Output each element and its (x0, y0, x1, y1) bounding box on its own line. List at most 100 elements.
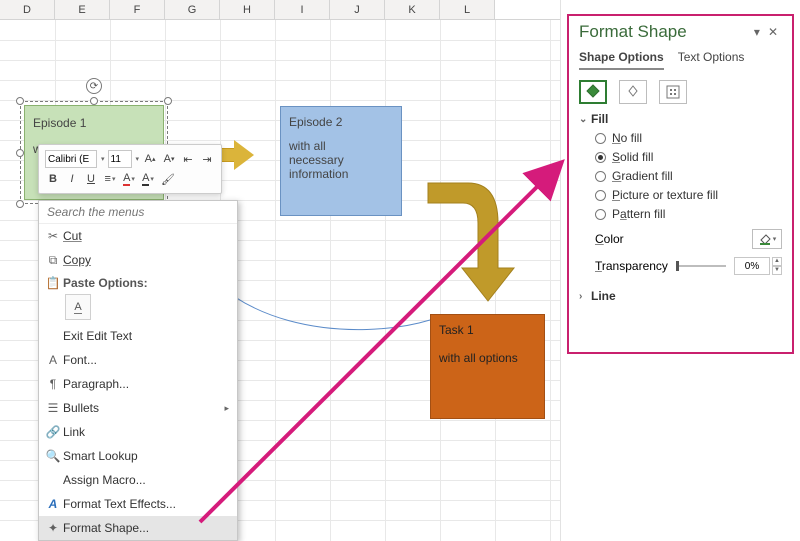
transparency-label: Transparency (595, 259, 668, 273)
size-properties-tab-icon[interactable] (659, 80, 687, 104)
link-icon: 🔗 (43, 425, 63, 439)
paragraph-icon: ¶ (43, 377, 63, 391)
col-header[interactable]: L (440, 0, 495, 19)
pane-highlight-box: Format Shape ▾ ✕ Shape Options Text Opti… (567, 14, 794, 354)
format-painter-button[interactable]: 🖌 (159, 170, 177, 188)
col-header[interactable]: D (0, 0, 55, 19)
spin-up-button[interactable]: ▲ (772, 257, 782, 266)
chevron-down-icon: ⌄ (579, 114, 591, 125)
align-button[interactable]: ≡▾ (102, 170, 118, 188)
resize-handle[interactable] (16, 149, 24, 157)
menu-label: Format Shape... (63, 521, 149, 535)
menu-exit-edit-text[interactable]: Exit Edit Text (39, 324, 237, 348)
menu-format-shape[interactable]: ✦ Format Shape... (39, 516, 237, 540)
rotate-handle-icon[interactable]: ⟳ (86, 78, 102, 94)
section-label: Line (591, 289, 616, 303)
col-header[interactable]: H (220, 0, 275, 19)
col-header[interactable]: I (275, 0, 330, 19)
radio-solid-fill[interactable]: Solid fill (595, 150, 782, 164)
radio-label: Solid fill (612, 150, 653, 164)
decrease-indent-button[interactable]: ⇤ (180, 150, 196, 168)
increase-indent-button[interactable]: ⇥ (199, 150, 215, 168)
col-header[interactable]: J (330, 0, 385, 19)
text-effects-icon: A (43, 497, 63, 511)
menu-label: Copy (63, 253, 91, 267)
resize-handle[interactable] (164, 97, 172, 105)
radio-label: Picture or texture fill (612, 188, 718, 202)
font-size-input[interactable] (108, 150, 132, 168)
increase-font-button[interactable]: A▴ (142, 150, 158, 168)
context-menu: ✂ Cut ⧉ Copy 📋 Paste Options: A Exit Edi… (38, 200, 238, 541)
menu-label: Format Text Effects... (63, 497, 176, 511)
effects-tab-icon[interactable] (619, 80, 647, 104)
resize-handle[interactable] (90, 97, 98, 105)
radio-icon (595, 190, 606, 201)
paste-keep-text-button[interactable]: A (65, 294, 91, 320)
section-line-header[interactable]: › Line (579, 289, 782, 303)
italic-button[interactable]: I (64, 170, 80, 188)
pane-title: Format Shape (579, 22, 687, 42)
pane-options-icon[interactable]: ▾ (750, 25, 764, 39)
section-fill-header[interactable]: ⌄ Fill (579, 112, 782, 126)
col-header[interactable]: G (165, 0, 220, 19)
menu-format-text-effects[interactable]: A Format Text Effects... (39, 492, 237, 516)
radio-icon (595, 152, 606, 163)
radio-gradient-fill[interactable]: Gradient fill (595, 169, 782, 183)
menu-paragraph[interactable]: ¶ Paragraph... (39, 372, 237, 396)
slider-thumb[interactable] (676, 261, 679, 271)
underline-button[interactable]: U (83, 170, 99, 188)
menu-copy[interactable]: ⧉ Copy (39, 248, 237, 272)
menu-label: Paste Options: (63, 276, 148, 290)
mini-format-toolbar: ▾ ▾ A▴ A▾ ⇤ ⇥ B I U ≡▾ A▾ A▾ 🖌 (38, 144, 222, 194)
shape-episode-2[interactable]: Episode 2 with all necessary information (280, 106, 402, 216)
color-label: Color (595, 232, 624, 246)
col-header[interactable]: E (55, 0, 110, 19)
spin-down-button[interactable]: ▼ (772, 266, 782, 275)
menu-label: Link (63, 425, 85, 439)
shape-title: Task 1 (439, 323, 536, 337)
arrow-bent-shape[interactable] (418, 172, 518, 304)
bold-button[interactable]: B (45, 170, 61, 188)
menu-label: Paragraph... (63, 377, 129, 391)
dropdown-icon: ▾ (773, 235, 777, 243)
dropdown-icon[interactable]: ▾ (136, 155, 140, 163)
font-name-input[interactable] (45, 150, 97, 168)
shape-body: information (289, 167, 393, 181)
transparency-slider[interactable] (676, 265, 726, 267)
font-color-button[interactable]: A▾ (121, 170, 137, 188)
radio-label: Pattern fill (612, 207, 665, 221)
text-outline-button[interactable]: A▾ (140, 170, 156, 188)
resize-handle[interactable] (16, 200, 24, 208)
font-icon: A (43, 353, 63, 367)
radio-no-fill[interactable]: No fill (595, 131, 782, 145)
col-header[interactable]: F (110, 0, 165, 19)
resize-handle[interactable] (16, 97, 24, 105)
menu-search-input[interactable] (47, 205, 229, 219)
menu-label: Font... (63, 353, 97, 367)
radio-label: No fill (612, 131, 642, 145)
radio-picture-texture-fill[interactable]: Picture or texture fill (595, 188, 782, 202)
menu-label: Smart Lookup (63, 449, 138, 463)
menu-assign-macro[interactable]: Assign Macro... (39, 468, 237, 492)
menu-bullets[interactable]: ☰ Bullets ▸ (39, 396, 237, 420)
menu-link[interactable]: 🔗 Link (39, 420, 237, 444)
bullets-icon: ☰ (43, 401, 63, 415)
tab-shape-options[interactable]: Shape Options (579, 50, 664, 70)
dropdown-icon[interactable]: ▾ (101, 155, 105, 163)
close-icon[interactable]: ✕ (764, 25, 782, 39)
menu-search[interactable] (39, 201, 237, 224)
menu-font[interactable]: A Font... (39, 348, 237, 372)
tab-text-options[interactable]: Text Options (678, 50, 745, 70)
shape-task-1[interactable]: Task 1 with all options (430, 314, 545, 419)
fill-color-button[interactable]: ▾ (752, 229, 782, 249)
menu-paste-options: 📋 Paste Options: (39, 272, 237, 294)
decrease-font-button[interactable]: A▾ (161, 150, 177, 168)
transparency-input[interactable] (734, 257, 770, 275)
format-shape-pane: Format Shape ▾ ✕ Shape Options Text Opti… (560, 0, 800, 541)
radio-label: Gradient fill (612, 169, 673, 183)
radio-pattern-fill[interactable]: Pattern fill (595, 207, 782, 221)
fill-line-tab-icon[interactable] (579, 80, 607, 104)
menu-cut[interactable]: ✂ Cut (39, 224, 237, 248)
menu-smart-lookup[interactable]: 🔍 Smart Lookup (39, 444, 237, 468)
col-header[interactable]: K (385, 0, 440, 19)
